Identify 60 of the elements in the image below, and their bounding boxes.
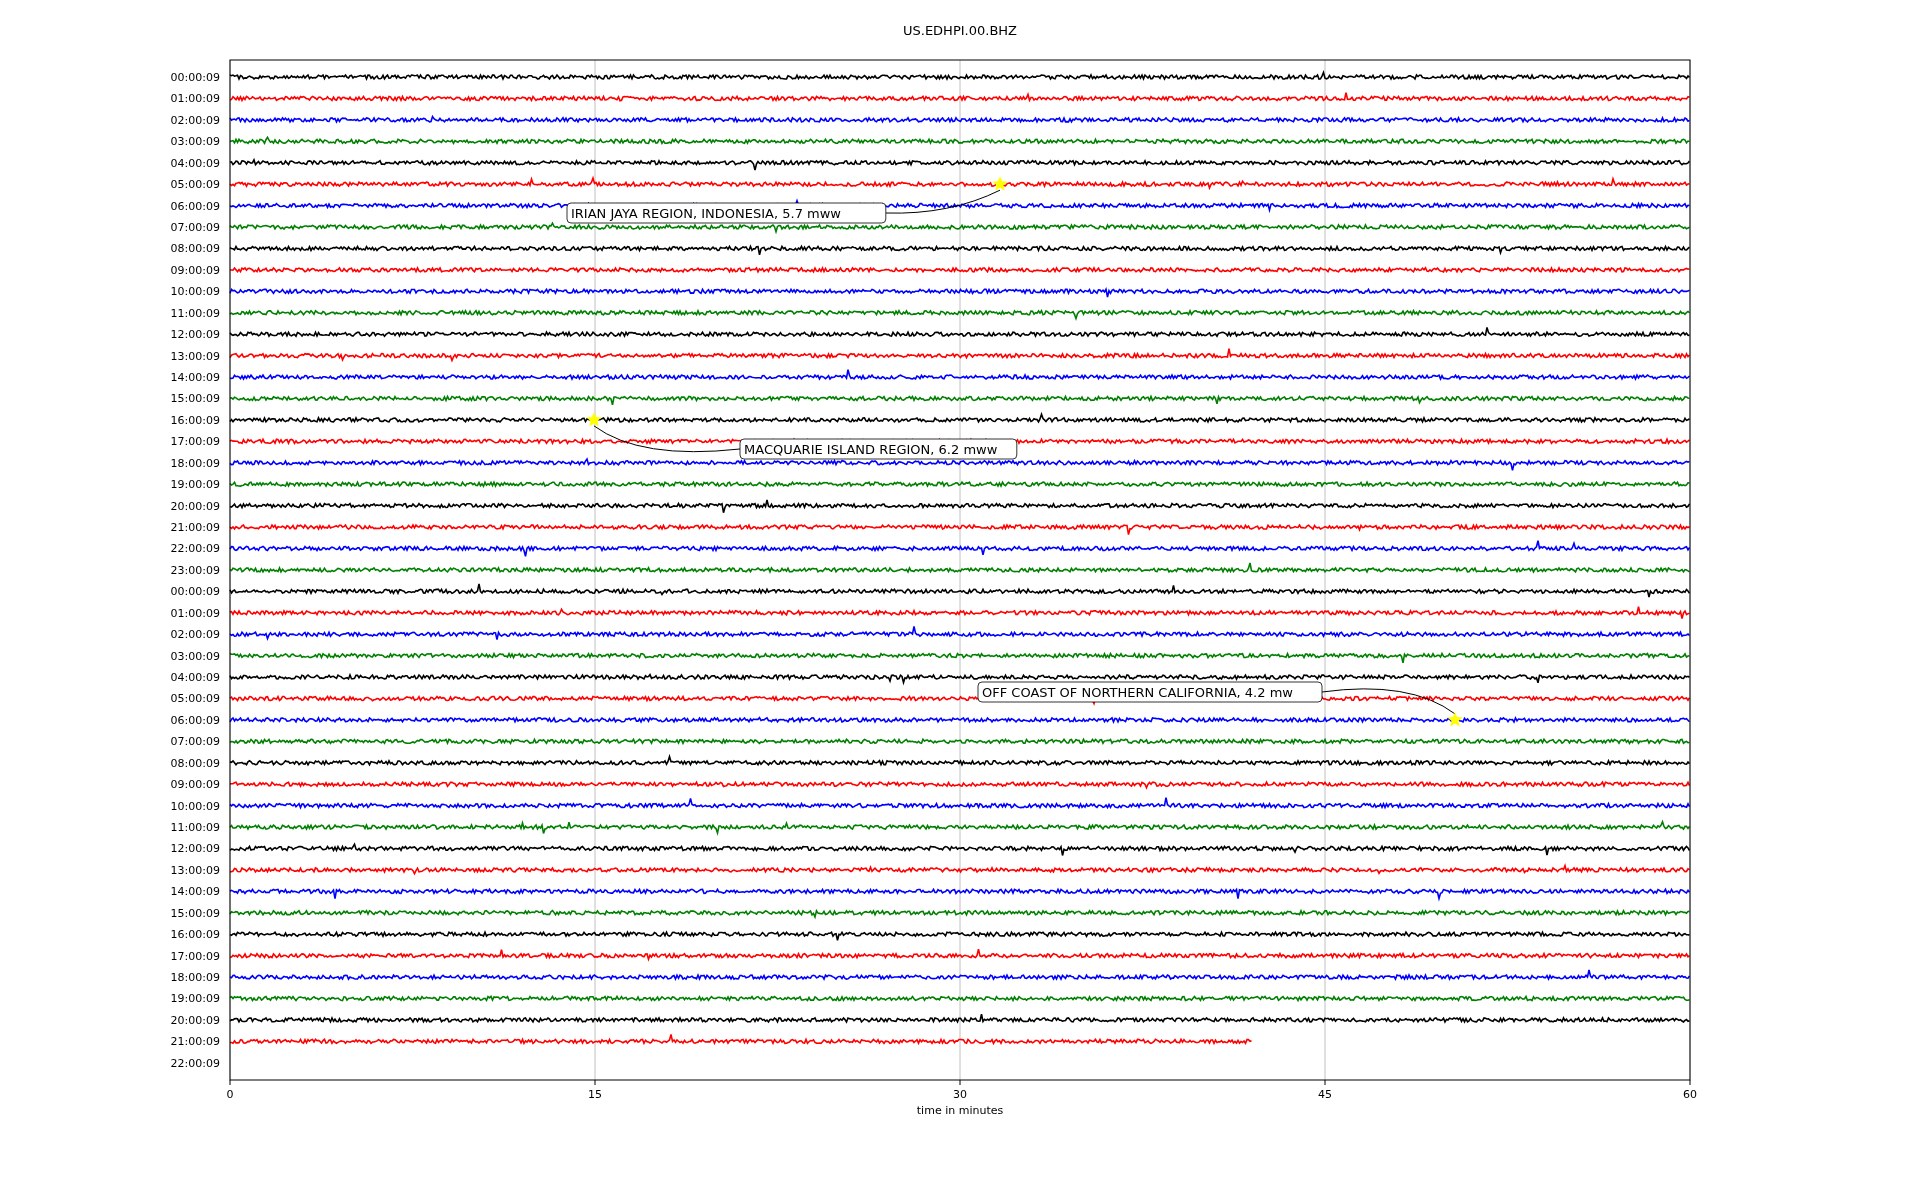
row-time-label: 05:00:09: [170, 692, 220, 706]
row-time-label: 12:00:09: [170, 328, 220, 342]
x-axis-label: time in minutes: [916, 1104, 1004, 1117]
row-time-label: 10:00:09: [170, 285, 220, 299]
row-time-label: 09:00:09: [170, 263, 220, 277]
row-time-label: 07:00:09: [170, 735, 220, 749]
row-time-label: 15:00:09: [170, 392, 220, 406]
row-time-label: 22:00:09: [170, 542, 220, 556]
row-time-label: 12:00:09: [170, 842, 220, 856]
row-time-label: 21:00:09: [170, 521, 220, 535]
star-icon: [586, 411, 602, 427]
row-time-label: 16:00:09: [170, 928, 220, 942]
row-time-label: 03:00:09: [170, 135, 220, 149]
x-tick-label: 0: [226, 1088, 234, 1101]
row-time-label: 13:00:09: [170, 349, 220, 363]
row-time-label: 22:00:09: [170, 1056, 220, 1070]
row-time-label: 11:00:09: [170, 821, 220, 835]
row-time-label: 18:00:09: [170, 456, 220, 470]
row-time-label: 18:00:09: [170, 971, 220, 985]
row-time-label: 01:00:09: [170, 92, 220, 106]
event-label: IRIAN JAYA REGION, INDONESIA, 5.7 mww: [566, 202, 887, 224]
row-time-label: 06:00:09: [170, 199, 220, 213]
event-label: OFF COAST OF NORTHERN CALIFORNIA, 4.2 mw: [977, 681, 1323, 703]
x-tick-label: 45: [1318, 1088, 1332, 1101]
row-time-label: 21:00:09: [170, 1035, 220, 1049]
row-time-label: 03:00:09: [170, 649, 220, 663]
x-tick-label: 15: [588, 1088, 602, 1101]
row-time-label: 16:00:09: [170, 413, 220, 427]
row-time-label: 13:00:09: [170, 863, 220, 877]
x-tick-label: 60: [1683, 1088, 1697, 1101]
row-time-label: 05:00:09: [170, 178, 220, 192]
event-label: MACQUARIE ISLAND REGION, 6.2 mww: [739, 438, 1018, 460]
row-time-label: 20:00:09: [170, 1013, 220, 1027]
chart-title: US.EDHPI.00.BHZ: [903, 23, 1017, 38]
row-time-label: 04:00:09: [170, 671, 220, 685]
row-time-label: 20:00:09: [170, 499, 220, 513]
row-time-label: 10:00:09: [170, 799, 220, 813]
row-time-label: 06:00:09: [170, 713, 220, 727]
row-time-label: 19:00:09: [170, 478, 220, 492]
star-icon: [1447, 711, 1463, 727]
row-time-label: 09:00:09: [170, 778, 220, 792]
row-time-label: 04:00:09: [170, 156, 220, 170]
row-time-label: 14:00:09: [170, 371, 220, 384]
row-time-label: 08:00:09: [170, 242, 220, 256]
row-time-label: 07:00:09: [170, 221, 220, 234]
row-time-label: 11:00:09: [170, 306, 220, 320]
x-tick-label: 30: [953, 1088, 967, 1101]
row-time-label: 17:00:09: [170, 949, 220, 963]
row-time-label: 00:00:09: [170, 71, 220, 84]
row-time-label: 15:00:09: [170, 906, 220, 920]
row-time-label: 01:00:09: [170, 606, 220, 620]
star-icon: [992, 176, 1008, 191]
row-time-label: 19:00:09: [170, 992, 220, 1006]
row-time-label: 23:00:09: [170, 563, 220, 577]
row-time-label: 17:00:09: [170, 435, 220, 449]
row-time-label: 14:00:09: [170, 885, 220, 899]
row-time-label: 00:00:09: [170, 585, 220, 599]
row-time-label: 08:00:09: [170, 756, 220, 770]
row-time-label: 02:00:09: [170, 628, 220, 642]
row-time-label: 02:00:09: [170, 113, 220, 127]
